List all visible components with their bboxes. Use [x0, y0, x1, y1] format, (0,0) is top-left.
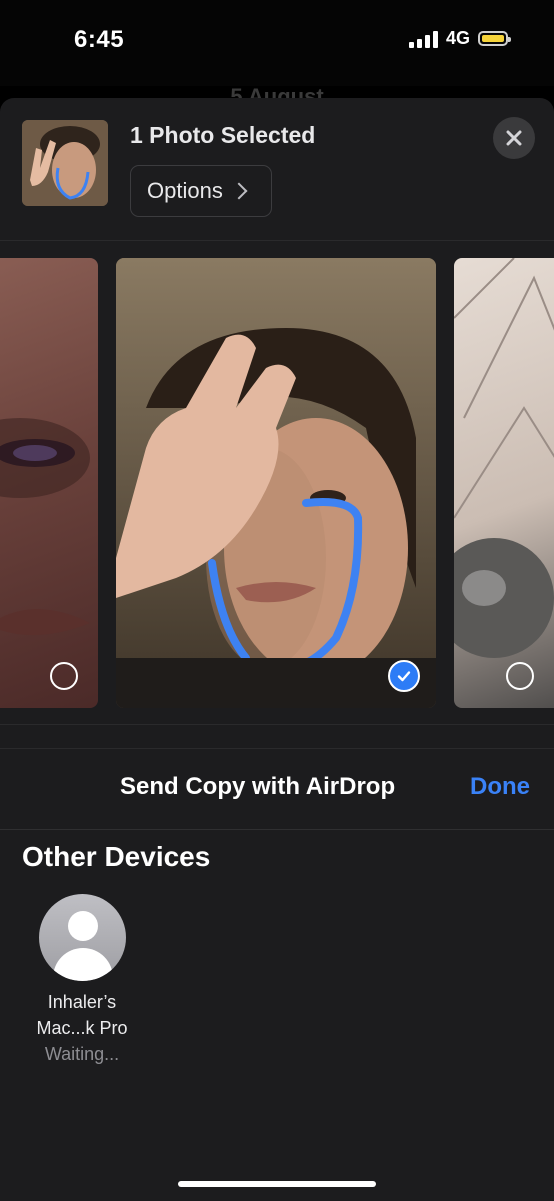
photo-right[interactable] [454, 258, 554, 708]
home-indicator[interactable] [178, 1181, 376, 1187]
cellular-signal-icon [408, 30, 438, 48]
status-icons: 4G [408, 28, 511, 49]
photo-left[interactable] [0, 258, 98, 708]
photo-select-radio[interactable] [50, 662, 78, 690]
airdrop-title: Send Copy with AirDrop [120, 773, 396, 800]
header-divider [0, 240, 554, 241]
selected-photo-thumbnail[interactable] [22, 120, 108, 206]
photo-selected-checkmark[interactable] [388, 660, 420, 692]
network-type: 4G [445, 28, 470, 48]
airdrop-device[interactable]: Inhaler’s Mac...k Pro Waiting... [14, 894, 150, 1067]
close-icon [506, 130, 522, 146]
battery-level [482, 35, 504, 42]
selection-title: 1 Photo Selected [130, 122, 316, 148]
background-date-title: 5 August [230, 84, 324, 98]
share-sheet: 1 Photo Selected Options Send Copy with … [0, 98, 554, 1201]
airdrop-panel: Send Copy with AirDrop Done Other Device… [0, 748, 554, 1201]
battery-icon [478, 31, 511, 46]
device-name-line2: Mac...k Pro [36, 1018, 128, 1038]
photo-carousel[interactable] [0, 258, 554, 708]
other-devices-heading: Other Devices [22, 841, 211, 872]
airdrop-header: Send Copy with AirDrop Done [0, 749, 554, 830]
photo-select-radio[interactable] [506, 662, 534, 690]
photo-center[interactable] [116, 258, 436, 708]
status-bar: 6:45 4G [0, 0, 554, 86]
options-label: Options [147, 178, 223, 203]
close-button[interactable] [493, 117, 535, 159]
done-button[interactable]: Done [470, 773, 530, 801]
status-time: 6:45 [74, 26, 125, 53]
options-button[interactable]: Options [130, 165, 272, 217]
device-status: Waiting... [44, 1044, 120, 1064]
person-avatar-icon[interactable] [38, 894, 126, 981]
carousel-divider [0, 724, 554, 725]
device-name-line1: Inhaler’s [47, 992, 117, 1012]
checkmark-icon [397, 671, 411, 682]
device-name: Inhaler’s Mac...k Pro [14, 989, 150, 1041]
chevron-right-icon [230, 182, 248, 200]
